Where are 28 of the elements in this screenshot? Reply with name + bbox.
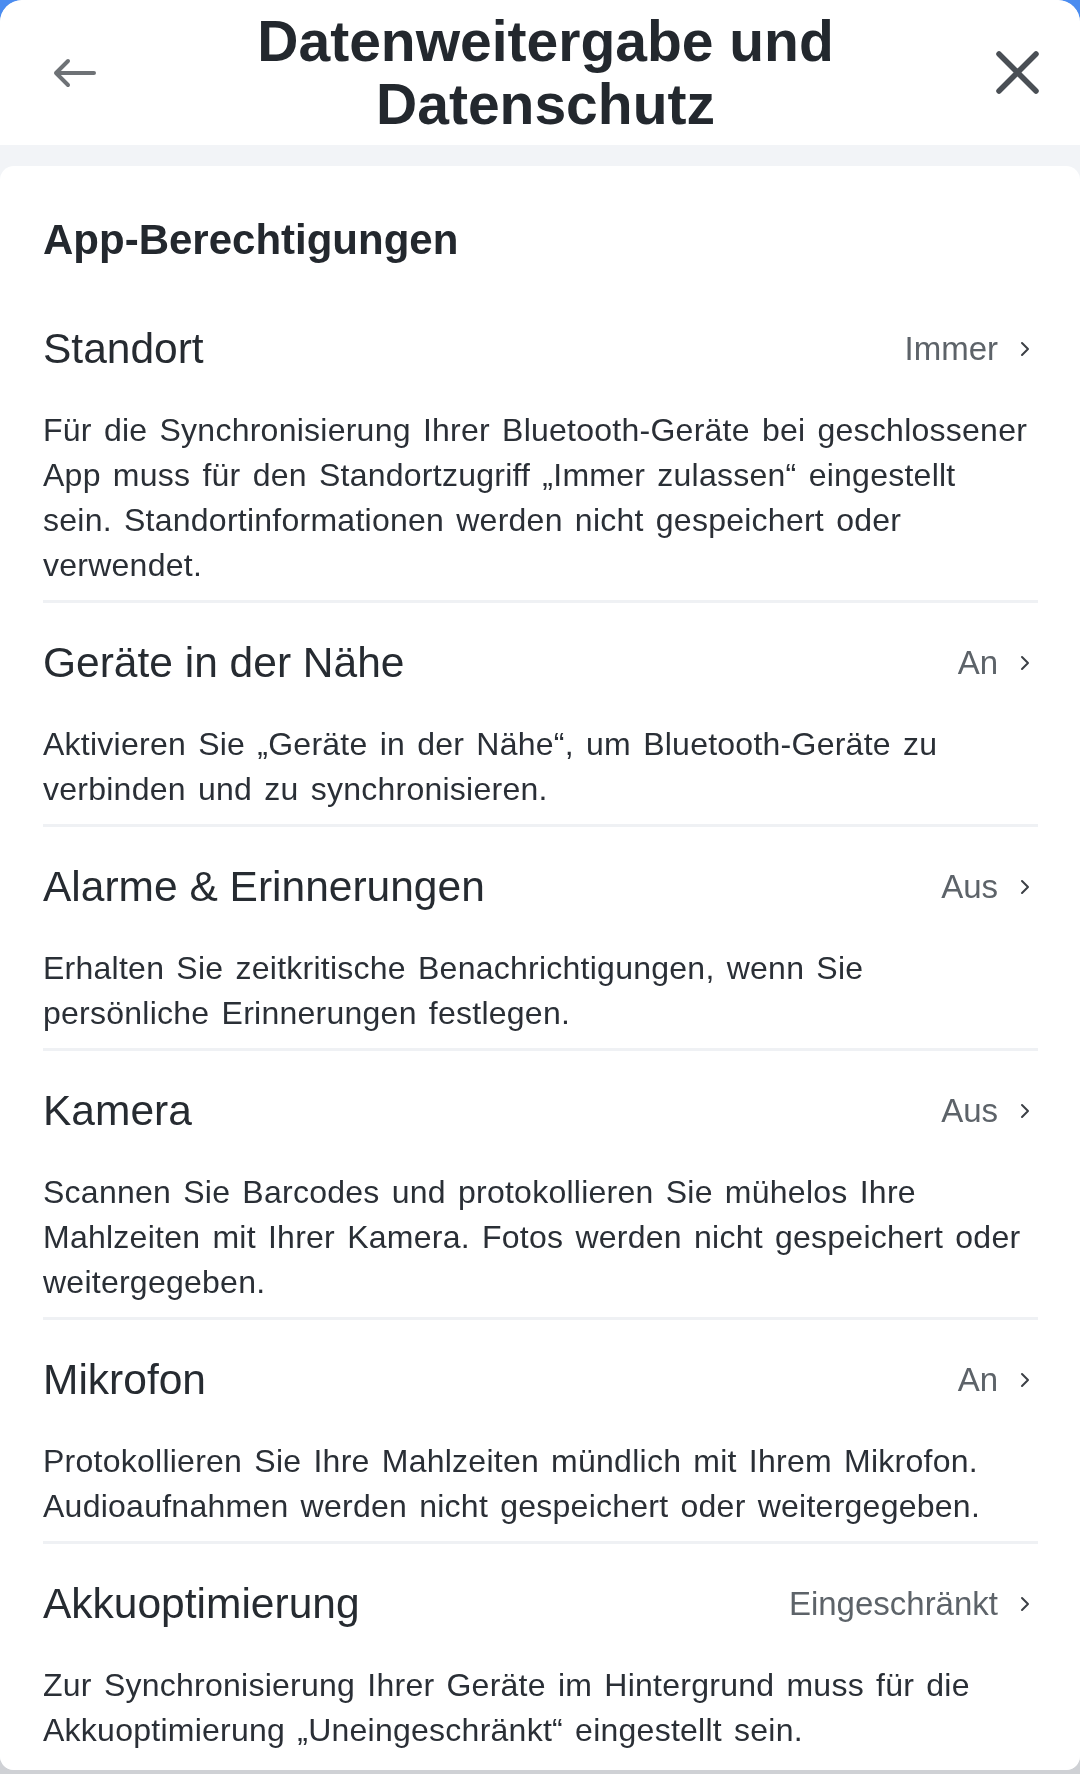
permission-value[interactable]: Aus <box>941 1091 998 1131</box>
permission-value[interactable]: An <box>957 643 998 683</box>
permission-title: Geräte in der Nähe <box>43 639 405 687</box>
permission-title: Mikrofon <box>43 1356 206 1404</box>
permission-value[interactable]: Immer <box>904 329 998 369</box>
chevron-right-icon[interactable] <box>1020 1596 1030 1612</box>
permission-description: Aktivieren Sie „Geräte in der Nähe“, um Bluetooth-Geräte zu verbinden und zu synchronisieren. <box>43 725 939 809</box>
permission-title: Standort <box>43 325 204 373</box>
chevron-right-icon[interactable] <box>1020 1103 1030 1119</box>
page-title: Datenweitergabe und Datenschutz <box>256 9 835 136</box>
permission-description: Scannen Sie Barcodes und protokollieren Sie mühelos Ihre Mahlzeiten mit Ihrer Kamera. Fotos werden nicht gespeichert oder weitergegeben. <box>43 1173 1022 1302</box>
permission-value[interactable]: An <box>957 1360 998 1400</box>
permission-description: Zur Synchronisierung Ihrer Geräte im Hintergrund muss für die Akkuoptimierung „Uneingeschränkt“ eingestellt sein. <box>43 1666 971 1750</box>
permission-description: Protokollieren Sie Ihre Mahlzeiten mündlich mit Ihrem Mikrofon. Audioaufnahmen werden nicht gespeichert oder weitergegeben. <box>43 1442 982 1526</box>
chevron-right-icon[interactable] <box>1020 879 1030 895</box>
permission-value[interactable]: Eingeschränkt <box>788 1584 998 1624</box>
close-icon[interactable] <box>995 50 1040 95</box>
chevron-right-icon[interactable] <box>1020 655 1030 671</box>
permission-value[interactable]: Aus <box>941 867 998 907</box>
permission-description: Erhalten Sie zeitkritische Benachrichtigungen, wenn Sie persönliche Erinnerungen festlegen. <box>43 949 865 1033</box>
chevron-right-icon[interactable] <box>1020 341 1030 357</box>
section-heading: App-Berechtigungen <box>43 216 459 264</box>
chevron-right-icon[interactable] <box>1020 1372 1030 1388</box>
permission-title: Alarme & Erinnerungen <box>43 863 485 911</box>
permission-title: Akkuoptimierung <box>43 1580 360 1628</box>
permission-description: Für die Synchronisierung Ihrer Bluetooth-Geräte bei geschlossener App muss für den Standortzugriff „Immer zulassen“ eingestellt sein. Standortinformationen werden nicht gespeichert oder verwendet. <box>43 411 1029 585</box>
back-arrow-icon[interactable] <box>53 57 96 88</box>
permission-title: Kamera <box>43 1087 192 1135</box>
